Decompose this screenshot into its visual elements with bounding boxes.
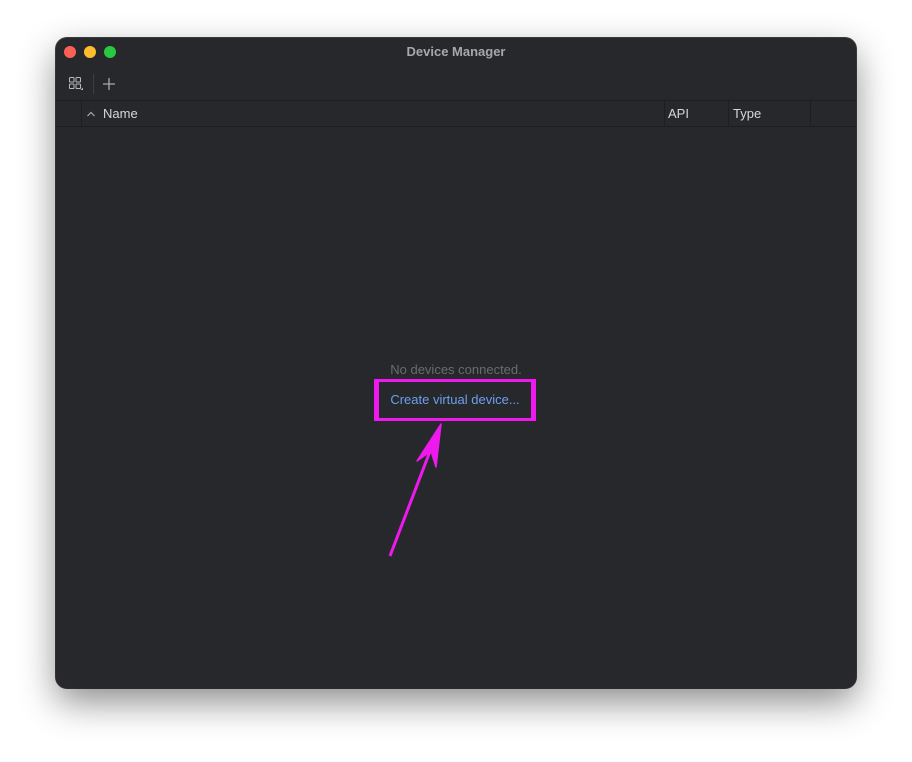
add-device-button[interactable] xyxy=(98,74,120,94)
column-divider xyxy=(81,101,82,126)
device-group-icon xyxy=(69,77,83,90)
device-manager-window: Device Manager Name API Type No devices … xyxy=(56,38,856,688)
device-group-button[interactable] xyxy=(65,74,87,94)
toolbar-separator xyxy=(93,74,94,94)
plus-icon xyxy=(103,78,115,90)
toolbar xyxy=(56,68,856,101)
column-header-api[interactable]: API xyxy=(668,101,726,126)
column-divider xyxy=(810,101,811,126)
chevron-up-icon xyxy=(87,111,95,117)
title-bar: Device Manager xyxy=(56,38,856,66)
table-header: Name API Type xyxy=(56,101,856,127)
empty-state-message: No devices connected. xyxy=(390,362,522,377)
column-header-name[interactable]: Name xyxy=(103,101,663,126)
column-divider xyxy=(728,101,729,126)
column-divider xyxy=(664,101,665,126)
column-header-type[interactable]: Type xyxy=(733,101,803,126)
sort-button[interactable] xyxy=(86,101,96,126)
create-virtual-device-link[interactable]: Create virtual device... xyxy=(374,379,536,421)
window-title: Device Manager xyxy=(406,44,506,59)
